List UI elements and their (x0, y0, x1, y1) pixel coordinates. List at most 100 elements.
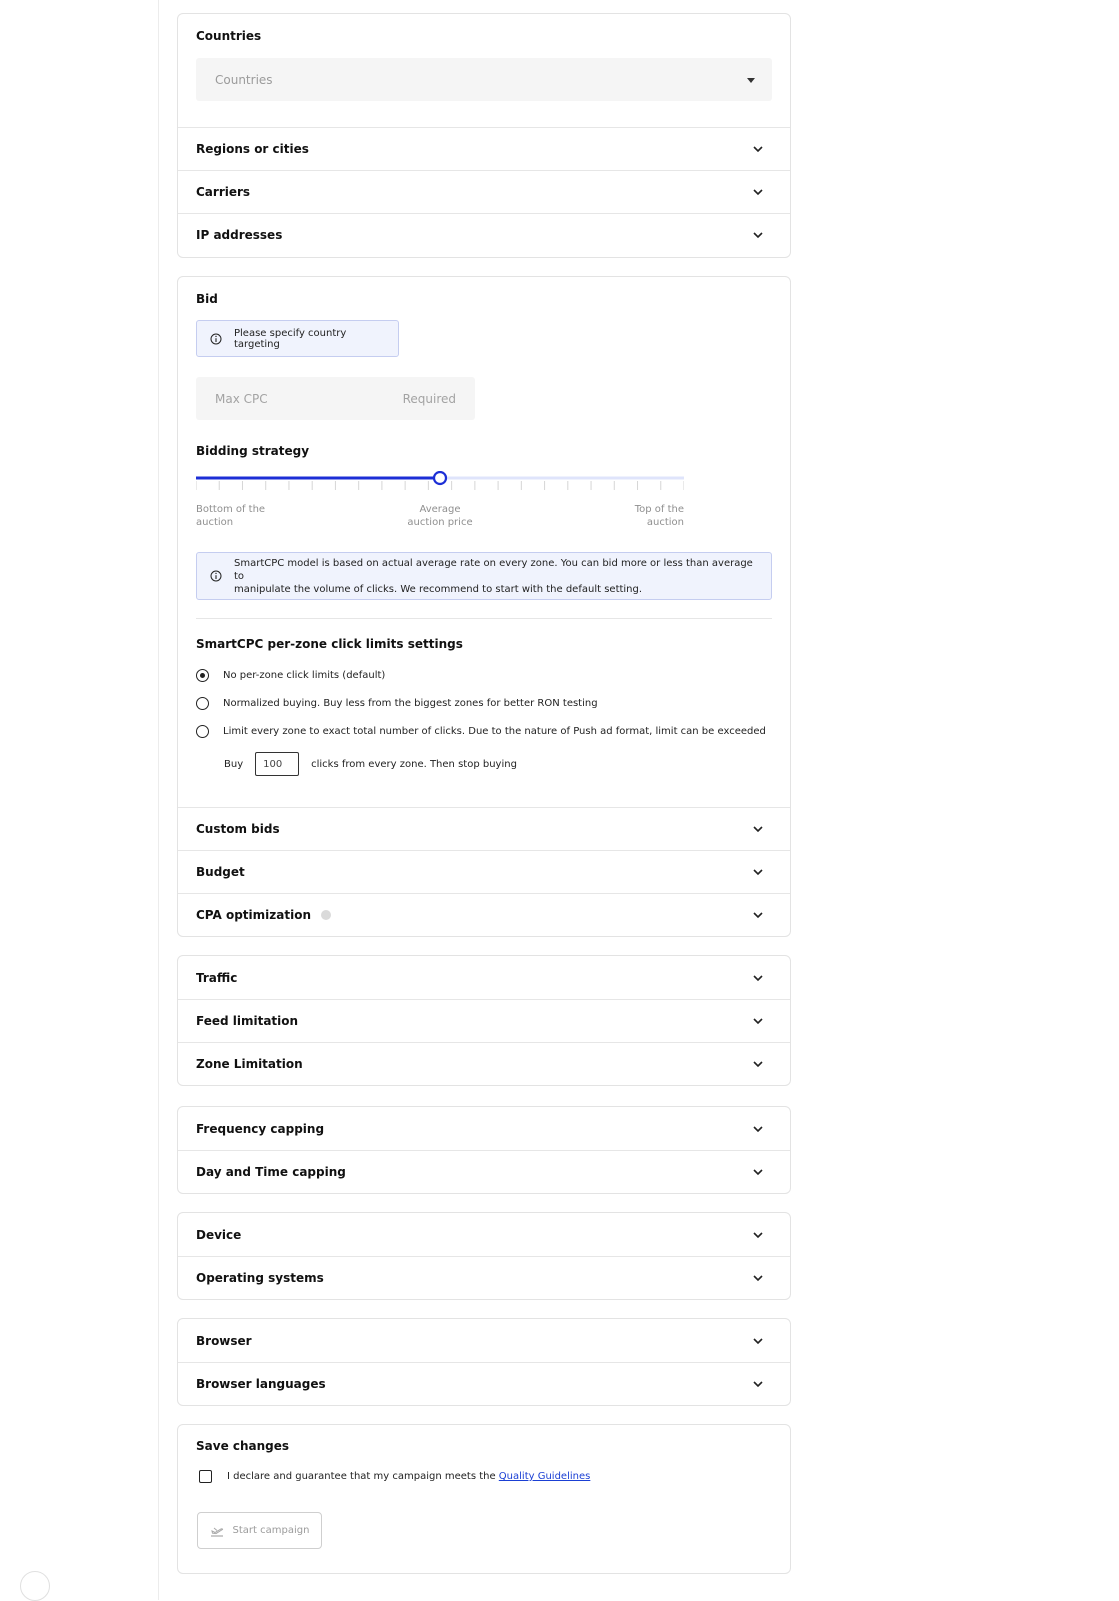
regions-row[interactable]: Regions or cities (178, 127, 790, 170)
feed-limitation-label: Feed limitation (196, 1014, 299, 1028)
traffic-row[interactable]: Traffic (178, 956, 790, 999)
zone-limitation-label: Zone Limitation (196, 1057, 303, 1071)
radio-no-limits-label: No per-zone click limits (default) (223, 670, 386, 681)
radio-button-checked[interactable] (196, 669, 209, 682)
bidding-strategy-slider[interactable]: Bottom of the auction Average auction pr… (196, 471, 684, 531)
caret-down-icon (747, 78, 755, 83)
browser-row[interactable]: Browser (178, 1319, 790, 1362)
slider-label-top-line2: auction (646, 517, 684, 528)
chevron-down-icon (753, 869, 763, 876)
frequency-capping-row[interactable]: Frequency capping (178, 1107, 790, 1150)
chevron-down-icon (753, 232, 763, 239)
traffic-label: Traffic (196, 970, 238, 985)
bidding-strategy-title: Bidding strategy (196, 444, 310, 458)
chevron-down-icon (753, 1169, 763, 1176)
feed-limitation-row[interactable]: Feed limitation (178, 999, 790, 1042)
browser-languages-label: Browser languages (196, 1377, 326, 1391)
section-divider (196, 618, 772, 619)
smartcpc-info-line1: SmartCPC model is based on actual averag… (234, 557, 753, 582)
plane-takeoff-icon (210, 1527, 223, 1537)
save-card: Save changes I declare and guarantee tha… (177, 1424, 791, 1574)
slider-label-average: Average auction price (390, 503, 490, 529)
chevron-down-icon (753, 1275, 763, 1282)
chevron-down-icon (753, 912, 763, 919)
info-icon (210, 333, 222, 344)
declare-label: I declare and guarantee that my campaign… (227, 1471, 499, 1482)
buy-clicks-row: Buy clicks from every zone. Then stop bu… (224, 752, 517, 776)
radio-normalized-buying[interactable]: Normalized buying. Buy less from the big… (196, 697, 598, 710)
countries-select[interactable]: Countries (196, 58, 772, 101)
max-cpc-input[interactable]: Max CPC Required (196, 377, 475, 420)
bid-title: Bid (196, 292, 218, 306)
operating-systems-label: Operating systems (196, 1271, 324, 1285)
carriers-label: Carriers (196, 185, 251, 199)
radio-button[interactable] (196, 697, 209, 710)
browser-languages-row[interactable]: Browser languages (178, 1362, 790, 1405)
chevron-down-icon (753, 974, 763, 981)
slider-label-bottom-line1: Bottom of the (196, 504, 266, 515)
radio-limit-every-zone-label: Limit every zone to exact total number o… (223, 726, 766, 737)
frequency-capping-label: Frequency capping (196, 1121, 325, 1136)
quality-checkbox[interactable] (199, 1470, 212, 1483)
regions-label: Regions or cities (196, 142, 309, 156)
slider-track[interactable] (196, 471, 684, 501)
chevron-down-icon (753, 1125, 763, 1132)
carriers-row[interactable]: Carriers (178, 170, 790, 213)
countries-section: Countries Countries (178, 14, 790, 127)
chevron-down-icon (753, 1231, 763, 1238)
slider-thumb[interactable] (432, 471, 448, 486)
slider-label-average-line2: auction price (407, 517, 473, 528)
radio-no-limits[interactable]: No per-zone click limits (default) (196, 669, 385, 682)
content-left-border (158, 0, 159, 1600)
max-cpc-placeholder: Max CPC (215, 391, 268, 406)
start-campaign-label: Start campaign (232, 1525, 310, 1536)
chevron-down-icon (753, 826, 763, 833)
browser-card: Browser Browser languages (177, 1318, 791, 1406)
zone-limitation-row[interactable]: Zone Limitation (178, 1042, 790, 1085)
declare-text: I declare and guarantee that my campaign… (227, 1471, 590, 1482)
start-campaign-button[interactable]: Start campaign (197, 1512, 322, 1549)
help-icon[interactable] (320, 910, 331, 920)
budget-row[interactable]: Budget (178, 850, 790, 893)
smartcpc-info-text: SmartCPC model is based on actual averag… (234, 557, 758, 596)
slider-label-top-line1: Top of the (634, 504, 684, 515)
slider-label-top: Top of the auction (635, 503, 684, 529)
geo-card: Countries Countries Regions or cities Ca… (177, 13, 791, 258)
ip-addresses-label: IP addresses (196, 228, 283, 242)
buy-suffix: clicks from every zone. Then stop buying (311, 758, 517, 770)
slider-label-average-line1: Average (419, 504, 461, 515)
chevron-down-icon (753, 146, 763, 153)
device-label: Device (196, 1227, 242, 1242)
chevron-down-icon (753, 1381, 763, 1388)
max-cpc-required: Required (402, 391, 456, 406)
save-title: Save changes (196, 1439, 290, 1453)
custom-bids-label: Custom bids (196, 822, 280, 836)
budget-label: Budget (196, 865, 245, 879)
ip-addresses-row[interactable]: IP addresses (178, 213, 790, 256)
device-row[interactable]: Device (178, 1213, 790, 1256)
countries-title: Countries (196, 29, 262, 43)
day-time-capping-row[interactable]: Day and Time capping (178, 1150, 790, 1193)
info-icon (210, 570, 222, 582)
device-card: Device Operating systems (177, 1212, 791, 1300)
bid-section: Bid Please specify country targeting Max… (178, 277, 790, 807)
corner-avatar[interactable] (20, 1571, 50, 1601)
traffic-card: Traffic Feed limitation Zone Limitation (177, 955, 791, 1086)
countries-placeholder: Countries (215, 72, 273, 87)
bid-card: Bid Please specify country targeting Max… (177, 276, 791, 937)
radio-button[interactable] (196, 725, 209, 738)
clicks-per-zone-input[interactable] (255, 752, 300, 776)
day-time-capping-label: Day and Time capping (196, 1165, 346, 1179)
operating-systems-row[interactable]: Operating systems (178, 1256, 790, 1299)
radio-limit-every-zone[interactable]: Limit every zone to exact total number o… (196, 725, 766, 738)
browser-label: Browser (196, 1333, 252, 1348)
quality-guidelines-link[interactable]: Quality Guidelines (499, 1471, 591, 1482)
radio-normalized-buying-label: Normalized buying. Buy less from the big… (223, 698, 598, 709)
capping-card: Frequency capping Day and Time capping (177, 1106, 791, 1194)
country-notice: Please specify country targeting (196, 320, 399, 357)
custom-bids-row[interactable]: Custom bids (178, 807, 790, 850)
smartcpc-info: SmartCPC model is based on actual averag… (196, 552, 772, 600)
click-limits-title: SmartCPC per-zone click limits settings (196, 637, 463, 651)
chevron-down-icon (753, 1337, 763, 1344)
cpa-optimization-row[interactable]: CPA optimization (178, 893, 790, 936)
